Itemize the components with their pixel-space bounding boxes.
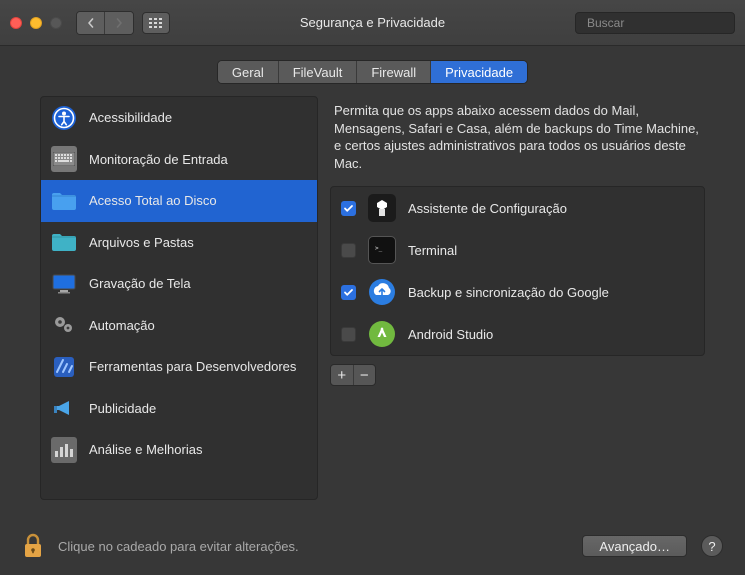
sidebar-item-screen-recording[interactable]: Gravação de Tela	[41, 263, 317, 305]
sidebar-item-label: Análise e Melhorias	[89, 442, 202, 457]
checkbox[interactable]	[341, 201, 356, 216]
setup-assistant-icon	[368, 194, 396, 222]
search-field[interactable]	[575, 12, 735, 34]
advanced-button[interactable]: Avançado…	[582, 535, 687, 557]
tab-privacy[interactable]: Privacidade	[431, 61, 527, 83]
sidebar-item-label: Arquivos e Pastas	[89, 235, 194, 250]
add-button[interactable]: +	[331, 365, 354, 385]
app-row-terminal[interactable]: >_ Terminal	[331, 229, 704, 271]
show-all-button[interactable]	[142, 12, 170, 34]
sidebar-item-automation[interactable]: Automação	[41, 305, 317, 347]
checkbox[interactable]	[341, 285, 356, 300]
nav-segment	[76, 11, 134, 35]
sidebar-item-accessibility[interactable]: Acessibilidade	[41, 97, 317, 139]
app-label: Android Studio	[408, 327, 493, 342]
sidebar-item-advertising[interactable]: Publicidade	[41, 388, 317, 430]
tabs-row: Geral FileVault Firewall Privacidade	[0, 46, 745, 96]
app-label: Backup e sincronização do Google	[408, 285, 609, 300]
android-studio-icon	[368, 320, 396, 348]
sidebar-item-label: Ferramentas para Desenvolvedores	[89, 359, 296, 374]
tab-firewall[interactable]: Firewall	[357, 61, 431, 83]
lock-icon[interactable]	[22, 532, 44, 560]
sidebar-item-label: Acessibilidade	[89, 110, 172, 125]
privacy-category-list[interactable]: Acessibilidade Monitoração de Entrada Ac…	[40, 96, 318, 500]
app-label: Terminal	[408, 243, 457, 258]
checkbox[interactable]	[341, 327, 356, 342]
tab-filevault[interactable]: FileVault	[279, 61, 358, 83]
titlebar: Segurança e Privacidade	[0, 0, 745, 46]
google-backup-icon	[368, 278, 396, 306]
tab-bar: Geral FileVault Firewall Privacidade	[217, 60, 528, 84]
accessibility-icon	[51, 105, 77, 131]
sidebar-item-developer-tools[interactable]: Ferramentas para Desenvolvedores	[41, 346, 317, 388]
remove-button[interactable]: −	[354, 365, 376, 385]
close-icon[interactable]	[10, 17, 22, 29]
devtools-icon	[51, 354, 77, 380]
minimize-icon[interactable]	[30, 17, 42, 29]
app-row-google-backup[interactable]: Backup e sincronização do Google	[331, 271, 704, 313]
sidebar-item-input-monitoring[interactable]: Monitoração de Entrada	[41, 139, 317, 181]
sidebar-item-full-disk-access[interactable]: Acesso Total ao Disco	[41, 180, 317, 222]
sidebar-item-analytics[interactable]: Análise e Melhorias	[41, 429, 317, 471]
sidebar-item-label: Monitoração de Entrada	[89, 152, 228, 167]
app-list[interactable]: Assistente de Configuração >_ Terminal B…	[330, 186, 705, 356]
sidebar-item-label: Acesso Total ao Disco	[89, 193, 217, 208]
screen-icon	[51, 271, 77, 297]
app-row-setup-assistant[interactable]: Assistente de Configuração	[331, 187, 704, 229]
folder-icon	[51, 188, 77, 214]
content-area: Acessibilidade Monitoração de Entrada Ac…	[0, 96, 745, 500]
sidebar-item-label: Automação	[89, 318, 155, 333]
terminal-icon: >_	[368, 236, 396, 264]
folder-icon	[51, 229, 77, 255]
list-controls: + −	[330, 364, 376, 386]
app-label: Assistente de Configuração	[408, 201, 567, 216]
gears-icon	[51, 312, 77, 338]
sidebar-item-files-folders[interactable]: Arquivos e Pastas	[41, 222, 317, 264]
sidebar-item-label: Gravação de Tela	[89, 276, 191, 291]
zoom-icon	[50, 17, 62, 29]
footer: Clique no cadeado para evitar alterações…	[0, 517, 745, 575]
search-input[interactable]	[587, 16, 742, 30]
lock-text: Clique no cadeado para evitar alterações…	[58, 539, 299, 554]
window-controls	[10, 17, 62, 29]
keyboard-icon	[51, 146, 77, 172]
forward-button	[105, 12, 133, 34]
app-row-android-studio[interactable]: Android Studio	[331, 313, 704, 355]
back-button[interactable]	[77, 12, 105, 34]
help-button[interactable]: ?	[701, 535, 723, 557]
tab-general[interactable]: Geral	[218, 61, 279, 83]
detail-pane: Permita que os apps abaixo acessem dados…	[330, 96, 705, 500]
svg-text:>_: >_	[375, 245, 383, 252]
megaphone-icon	[51, 395, 77, 421]
checkbox[interactable]	[341, 243, 356, 258]
sidebar-item-label: Publicidade	[89, 401, 156, 416]
pane-description: Permita que os apps abaixo acessem dados…	[330, 96, 705, 186]
analytics-icon	[51, 437, 77, 463]
